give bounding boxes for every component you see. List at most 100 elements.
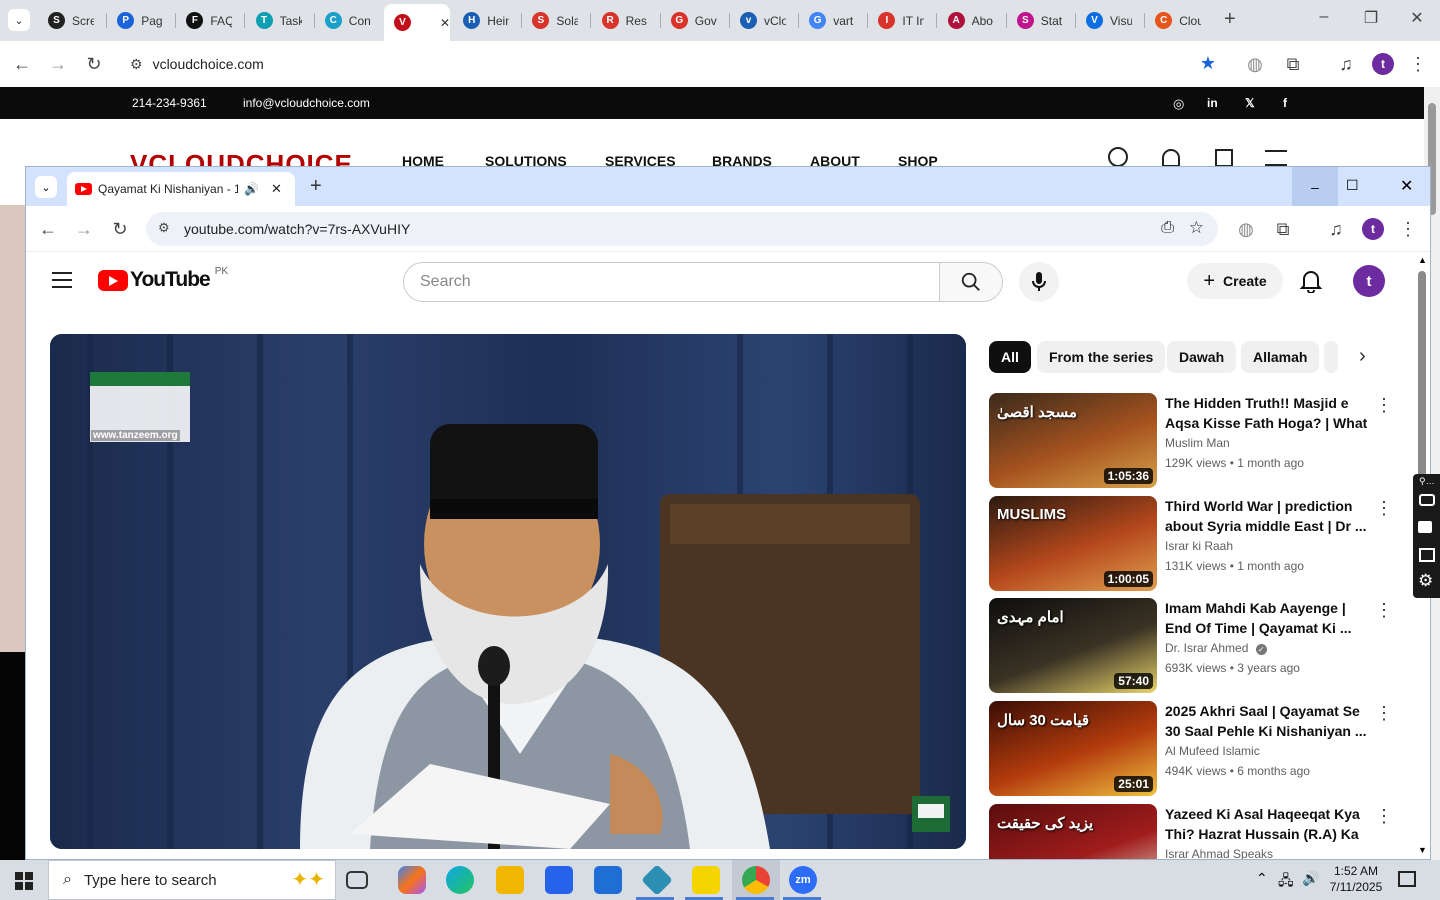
more-options-icon[interactable]: ⋮ <box>1375 703 1393 724</box>
channel-name[interactable]: Dr. Israr Ahmed ✓ <box>1165 641 1267 656</box>
chip-partial[interactable] <box>1324 341 1338 373</box>
sticky-notes-icon[interactable] <box>692 866 720 894</box>
window-capture-icon[interactable] <box>1419 548 1435 562</box>
video-thumbnail[interactable]: امام مہدی 57:40 <box>989 598 1157 694</box>
channel-name[interactable]: Israr Ahmad Speaks <box>1165 847 1273 859</box>
file-explorer-icon[interactable] <box>496 866 524 894</box>
channel-name[interactable]: Israr ki Raah <box>1165 539 1233 553</box>
address-bar[interactable]: ⚙ vcloudchoice.com ★ <box>120 47 1232 81</box>
more-options-icon[interactable]: ⋮ <box>1375 806 1393 827</box>
video-title[interactable]: Imam Mahdi Kab Aayenge | End Of Time | Q… <box>1165 598 1370 638</box>
outer-tab[interactable]: S Sola <box>522 6 588 35</box>
chip-allamah[interactable]: Allamah <box>1241 341 1320 373</box>
outer-tab[interactable]: C Con <box>315 6 381 35</box>
inner-reload-icon[interactable]: ↻ <box>110 219 130 239</box>
chrome-icon[interactable] <box>742 866 770 894</box>
outer-tab[interactable]: V ✕ <box>384 4 450 41</box>
voice-search-button[interactable] <box>1019 262 1059 302</box>
recommendation-item[interactable]: یزید کی حقیقت Yazeed Ki Asal Haqeeqat Kya… <box>989 803 1399 859</box>
site-phone[interactable]: 214-234-9361 <box>132 96 207 110</box>
video-title[interactable]: The Hidden Truth!! Masjid e Aqsa Kisse F… <box>1165 393 1370 433</box>
outer-tab[interactable]: A Abo <box>938 6 1004 35</box>
channel-name[interactable]: Al Mufeed Islamic <box>1165 744 1260 758</box>
media-control-icon[interactable]: ♫ <box>1336 54 1356 74</box>
menu-kebab-icon[interactable]: ⋮ <box>1408 54 1428 74</box>
more-options-icon[interactable]: ⋮ <box>1375 395 1393 416</box>
youtube-logo[interactable]: YouTube PK <box>98 266 228 292</box>
inner-maximize-button[interactable]: ☐ <box>1346 177 1359 194</box>
outer-tab[interactable]: S Scre <box>38 6 104 35</box>
tab-close-icon[interactable]: ✕ <box>271 181 282 197</box>
inner-close-button[interactable]: ✕ <box>1400 176 1413 196</box>
video-thumbnail[interactable]: یزید کی حقیقت <box>989 803 1157 859</box>
restore-button[interactable]: ❐ <box>1357 8 1385 28</box>
outer-tab[interactable]: Gvart <box>799 6 865 35</box>
yt-search-input[interactable]: Search <box>403 262 940 302</box>
camera-icon[interactable] <box>1419 494 1435 506</box>
volume-icon[interactable]: 🔊 <box>1302 870 1319 887</box>
site-cart-icon[interactable] <box>1215 149 1233 167</box>
more-options-icon[interactable]: ⋮ <box>1375 498 1393 519</box>
video-title[interactable]: 2025 Akhri Saal | Qayamat Se 30 Saal Peh… <box>1165 701 1370 741</box>
youtube-tab[interactable]: Qayamat Ki Nishaniyan - 10 🔊 ✕ <box>67 172 295 206</box>
back-icon[interactable]: ← <box>12 54 32 74</box>
yt-hamburger-icon[interactable] <box>52 272 72 288</box>
network-icon[interactable]: 🖧 <box>1278 870 1294 894</box>
inner-profile-avatar[interactable]: t <box>1362 218 1384 240</box>
site-menu-icon[interactable] <box>1265 150 1287 166</box>
edge-icon[interactable] <box>446 866 474 894</box>
inner-forward-icon[interactable]: → <box>74 219 94 239</box>
channel-name[interactable]: Muslim Man <box>1165 436 1230 450</box>
x-icon[interactable]: 𝕏 <box>1245 96 1255 110</box>
inner-tab-search-button[interactable]: ⌄ <box>35 176 57 198</box>
settings-gear-icon[interactable]: ⚙ <box>1418 571 1433 591</box>
minimize-button[interactable]: – <box>1310 8 1338 26</box>
bookmark-star-icon[interactable]: ★ <box>1200 53 1216 74</box>
windows-start-icon[interactable] <box>15 872 33 890</box>
video-thumbnail[interactable]: MUSLIMS 1:00:05 <box>989 495 1157 591</box>
outer-tab[interactable]: I IT In <box>868 6 934 35</box>
copilot-icon[interactable] <box>398 866 426 894</box>
close-window-button[interactable]: ✕ <box>1403 8 1431 28</box>
site-search-icon[interactable] <box>1108 147 1128 167</box>
inner-translate-icon[interactable]: ◍ <box>1236 219 1256 239</box>
site-info-icon[interactable]: ⚙ <box>130 56 143 73</box>
inner-menu-icon[interactable]: ⋮ <box>1398 219 1418 239</box>
yt-search-button[interactable] <box>939 262 1003 302</box>
inner-media-icon[interactable]: ♫ <box>1326 219 1346 239</box>
site-email[interactable]: info@vcloudchoice.com <box>243 96 370 110</box>
linkedin-icon[interactable]: in <box>1207 96 1218 110</box>
capture-menu-icon[interactable]: ⚲… <box>1419 476 1435 487</box>
facebook-icon[interactable]: f <box>1283 96 1287 110</box>
outer-tab[interactable]: C Clou <box>1145 6 1211 35</box>
notifications-icon[interactable] <box>1398 871 1416 887</box>
chip-all[interactable]: All <box>989 341 1031 373</box>
outer-tab[interactable]: V Visu <box>1076 6 1142 35</box>
video-thumbnail[interactable]: قیامت 30 سال 25:01 <box>989 701 1157 797</box>
notifications-bell-icon[interactable] <box>1299 269 1323 298</box>
video-title[interactable]: Third World War | prediction about Syria… <box>1165 496 1370 536</box>
chip-dawah[interactable]: Dawah <box>1167 341 1237 373</box>
forward-icon[interactable]: → <box>48 54 68 74</box>
outer-tab[interactable]: T Task <box>246 6 312 35</box>
mail-icon[interactable] <box>594 866 622 894</box>
outer-tab[interactable]: H Hein <box>453 6 519 35</box>
taskbar-clock[interactable]: 1:52 AM 7/11/2025 <box>1324 863 1388 895</box>
tab-search-button[interactable]: ⌄ <box>8 9 30 31</box>
translate-icon[interactable]: ◍ <box>1245 54 1265 74</box>
video-thumbnail[interactable]: مسجد اقصیٰ 1:05:36 <box>989 393 1157 488</box>
audio-playing-icon[interactable]: 🔊 <box>244 182 259 196</box>
inner-address-bar[interactable]: ⚙ youtube.com/watch?v=7rs-AXVuHIY ⎙ ☆ <box>146 212 1218 246</box>
video-title[interactable]: Yazeed Ki Asal Haqeeqat Kya Thi? Hazrat … <box>1165 804 1370 844</box>
recommendation-item[interactable]: MUSLIMS 1:00:05 Third World War | predicti… <box>989 495 1399 592</box>
outer-tab[interactable]: G Gov <box>661 6 727 35</box>
inner-site-info-icon[interactable]: ⚙ <box>158 220 170 236</box>
outer-tab[interactable]: F FAQ <box>176 6 242 35</box>
more-options-icon[interactable]: ⋮ <box>1375 600 1393 621</box>
tab-close-icon[interactable]: ✕ <box>440 16 450 30</box>
extensions-icon[interactable]: ⧉ <box>1283 54 1303 74</box>
profile-avatar[interactable]: t <box>1372 53 1394 75</box>
store-icon[interactable] <box>545 866 573 894</box>
recommendation-item[interactable]: مسجد اقصیٰ 1:05:36 The Hidden Truth!! Masj… <box>989 393 1399 489</box>
outer-tab[interactable]: P Pag <box>107 6 173 35</box>
